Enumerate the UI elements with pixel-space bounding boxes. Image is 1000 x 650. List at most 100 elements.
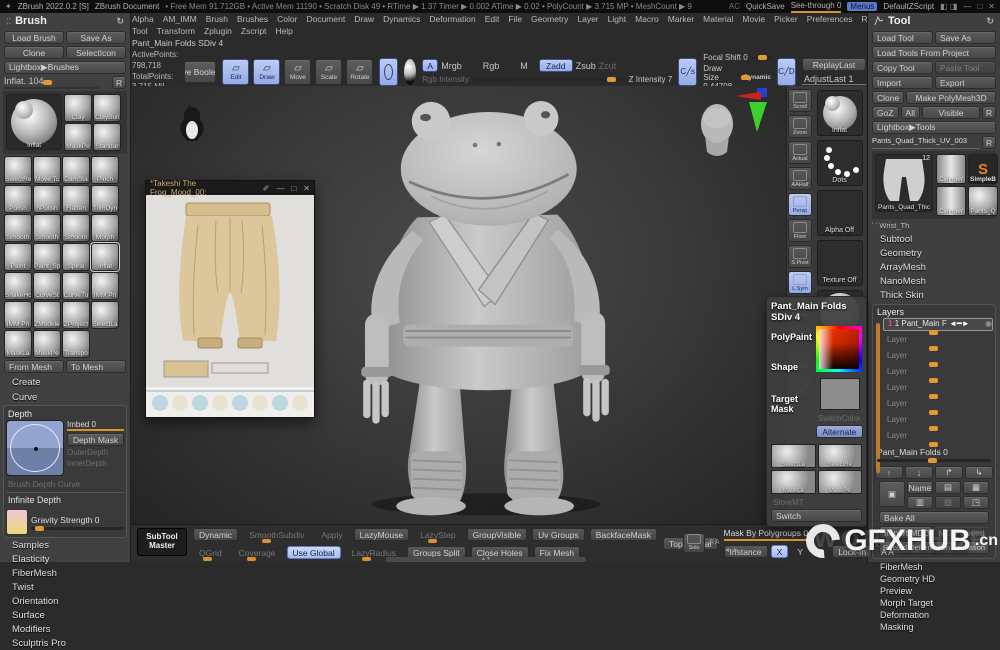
- brush-thumb[interactable]: Inflat: [91, 243, 119, 271]
- layer-split-button[interactable]: ◳: [963, 496, 989, 509]
- bottom-control[interactable]: SmoothSubdiv: [243, 528, 310, 541]
- maximize-icon[interactable]: □: [291, 184, 296, 193]
- section-header[interactable]: Twist: [0, 580, 130, 594]
- brush-thumb[interactable]: ZModele: [33, 301, 61, 329]
- layer-merge-button[interactable]: ▥: [907, 496, 933, 509]
- bottom-control[interactable]: Uv Groups: [532, 528, 585, 541]
- menu-item[interactable]: Color: [277, 14, 297, 24]
- current-tool-name[interactable]: Pants_Quad_Thick_UV_003: [872, 136, 980, 149]
- layers-title[interactable]: Layers: [877, 307, 991, 317]
- wrist-thumb-label[interactable]: Wrist_Th: [879, 221, 909, 230]
- to-mesh-button[interactable]: To Mesh: [66, 360, 126, 373]
- section-header[interactable]: Modifiers: [0, 622, 130, 636]
- solo-button[interactable]: Solo: [683, 533, 705, 553]
- menu-item[interactable]: Zplugin: [204, 26, 232, 36]
- layer-row-active[interactable]: 1 1 Pant_Main F ◄━► ◉: [883, 318, 993, 331]
- r-button[interactable]: R: [982, 136, 996, 149]
- layer-branch-button[interactable]: ↳: [965, 466, 993, 479]
- bottom-control[interactable]: Dynamic: [193, 528, 238, 541]
- export-button[interactable]: Export: [935, 76, 996, 89]
- menu-item[interactable]: Preferences: [807, 14, 853, 24]
- menu-item[interactable]: Picker: [774, 14, 798, 24]
- all-button[interactable]: All: [901, 106, 920, 119]
- r-button[interactable]: R: [112, 76, 126, 89]
- menu-item[interactable]: Deformation: [429, 14, 475, 24]
- zadd-button[interactable]: Zadd: [539, 59, 573, 72]
- menu-item[interactable]: Brush: [206, 14, 228, 24]
- ui-toggle-icon[interactable]: ◧ ◨: [940, 2, 957, 11]
- section-header[interactable]: Sculptris Pro: [0, 636, 130, 650]
- brush-thumb[interactable]: MaskPe: [33, 330, 61, 358]
- layer-row[interactable]: Layer: [883, 399, 993, 411]
- lightbox-brushes-button[interactable]: Lightbox▶Brushes: [4, 61, 126, 74]
- menu-item[interactable]: Dynamics: [383, 14, 420, 24]
- mode-button[interactable]: ▱ Draw: [253, 59, 280, 85]
- subtool-master-button[interactable]: SubTool Master: [137, 528, 187, 556]
- bottom-control[interactable]: QGrid: [193, 546, 228, 559]
- mini-thumb[interactable]: MaskLa: [771, 470, 816, 494]
- brush-thumb[interactable]: SelectRe: [4, 156, 32, 184]
- brush-thumb[interactable]: ZProject: [62, 301, 90, 329]
- shelf-button[interactable]: L.Sym: [788, 271, 812, 294]
- refresh-icon[interactable]: ↻: [116, 16, 124, 27]
- layers-scrollbar[interactable]: [876, 323, 880, 473]
- menu-item[interactable]: Tool: [132, 26, 148, 36]
- menu-item[interactable]: Macro: [635, 14, 659, 24]
- a-button[interactable]: A: [422, 59, 438, 72]
- polypaint-label[interactable]: PolyPaint: [771, 332, 812, 342]
- layer-row[interactable]: Layer: [883, 351, 993, 363]
- current-color-swatch[interactable]: [820, 378, 860, 410]
- import-button[interactable]: Import: [872, 76, 933, 89]
- tool-thumb[interactable]: Cylinder: [936, 186, 966, 216]
- lightbox-tools-button[interactable]: Lightbox▶Tools: [872, 121, 996, 134]
- brush-thumb[interactable]: TrimDyn: [91, 185, 119, 213]
- adjust-last-slider[interactable]: AdjustLast 1: [802, 74, 866, 85]
- visible-button[interactable]: Visible: [922, 106, 980, 119]
- shelf-button[interactable]: S.Pivot: [788, 245, 812, 268]
- section-header[interactable]: Samples: [0, 538, 130, 552]
- tool-thumb[interactable]: Pants_Q: [968, 186, 998, 216]
- aa-label[interactable]: A A: [709, 539, 720, 546]
- layer-duplicate-button[interactable]: ▤: [935, 481, 961, 494]
- brush-thumb[interactable]: Clay: [64, 94, 92, 122]
- brush-thumb[interactable]: SnakeHc: [4, 272, 32, 300]
- current-material-sphere[interactable]: [404, 59, 416, 85]
- layer-row[interactable]: Layer: [883, 383, 993, 395]
- clone-button[interactable]: Clone: [872, 91, 904, 104]
- layer-record-button[interactable]: ▣: [879, 481, 905, 507]
- bottom-control[interactable]: LazyMouse: [354, 528, 409, 541]
- save-as-button[interactable]: Save As: [935, 31, 996, 44]
- reference-window[interactable]: *Takeshi The Frog_Mood_00: ✐ — □ ✕: [145, 180, 315, 418]
- alternate-button[interactable]: Alternate: [816, 425, 863, 438]
- menus-button[interactable]: Menus: [847, 2, 877, 11]
- brush-thumb[interactable]: Smooth: [4, 214, 32, 242]
- layer-row[interactable]: Layer: [883, 335, 993, 347]
- menu-item[interactable]: Alpha: [132, 14, 154, 24]
- shelf-button[interactable]: Scroll: [788, 89, 812, 112]
- menu-item[interactable]: File: [508, 14, 522, 24]
- page-arrows[interactable]: ◄ ►: [724, 547, 740, 554]
- brush-thumb[interactable]: Morph: [91, 214, 119, 242]
- brush-thumb[interactable]: Flatten: [62, 185, 90, 213]
- clone-button[interactable]: Clone: [4, 46, 64, 59]
- mode-button[interactable]: ▱ Edit: [222, 59, 249, 85]
- layer-intensity-slider[interactable]: Pant_Main Folds 0: [877, 447, 991, 462]
- infinite-depth-button[interactable]: Infinite Depth: [6, 492, 124, 507]
- section-header[interactable]: Create: [0, 375, 130, 390]
- layer-down-button[interactable]: ↓: [905, 466, 933, 479]
- menu-item[interactable]: Geometry: [531, 14, 568, 24]
- section-header[interactable]: Geometry: [868, 246, 1000, 260]
- section-header[interactable]: Surface: [0, 608, 130, 622]
- current-texture-thumb[interactable]: Texture Off: [817, 240, 863, 286]
- shape-label[interactable]: Shape: [771, 362, 812, 372]
- close-icon[interactable]: ✕: [303, 184, 310, 193]
- focal-shift-slider[interactable]: Focal Shift 0: [703, 53, 747, 62]
- current-alpha-thumb[interactable]: Alpha Off: [817, 190, 863, 236]
- menu-item[interactable]: Help: [275, 26, 292, 36]
- canvas-scrollbar[interactable]: ▲▼: [386, 557, 586, 562]
- layer-row[interactable]: Layer: [883, 431, 993, 443]
- save-as-button[interactable]: Save As: [66, 31, 126, 44]
- section-header[interactable]: NanoMesh: [868, 274, 1000, 288]
- live-boolean-button[interactable]: Live Boolean: [184, 61, 216, 83]
- default-zscript-button[interactable]: DefaultZScript: [883, 2, 934, 11]
